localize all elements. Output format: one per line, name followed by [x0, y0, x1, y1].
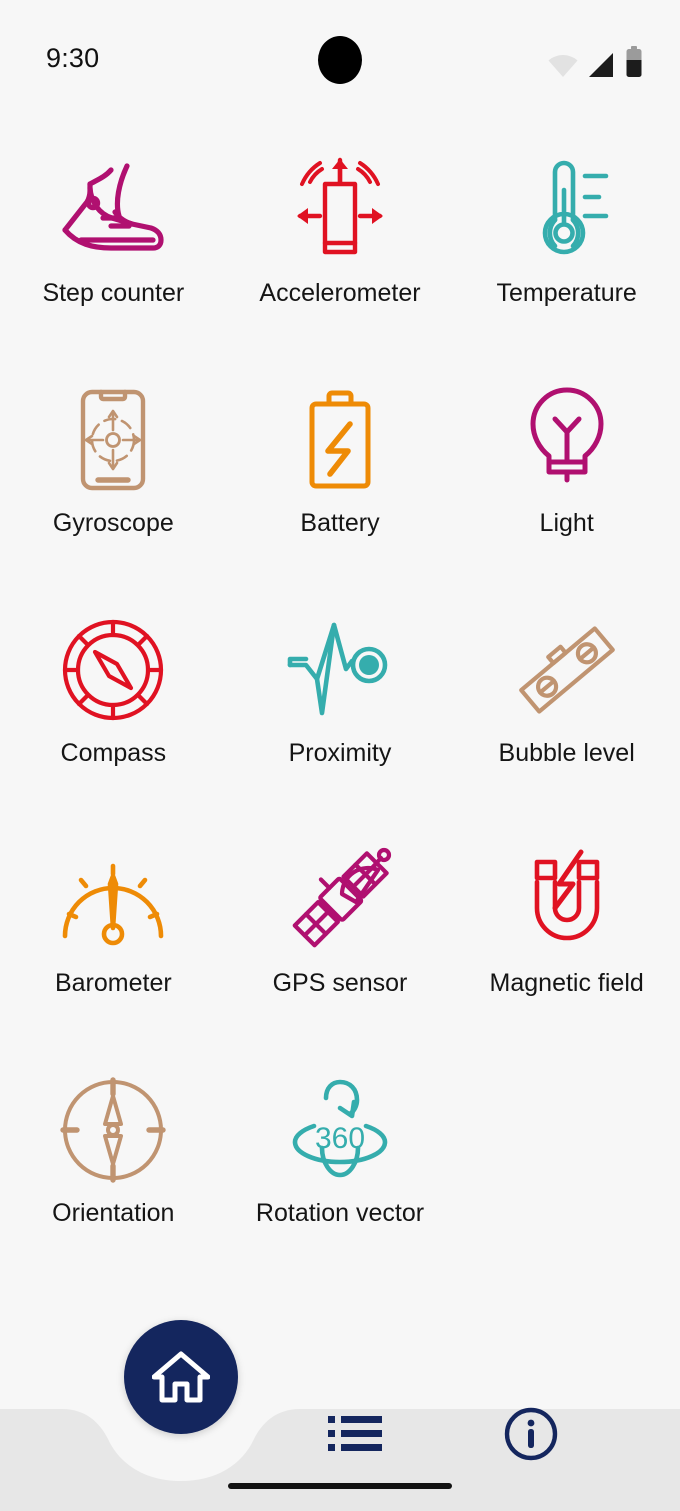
sensor-label: GPS sensor: [272, 969, 408, 997]
sensor-label: Accelerometer: [259, 279, 421, 307]
sensor-tile-gyroscope[interactable]: Gyroscope: [0, 358, 227, 588]
sensor-tile-battery[interactable]: Battery: [227, 358, 454, 588]
sensor-label: Orientation: [52, 1199, 175, 1227]
spirit-level-icon: [507, 610, 627, 730]
sensor-label: Gyroscope: [52, 509, 174, 537]
sensor-label: Temperature: [496, 279, 637, 307]
shoe-icon: [53, 150, 173, 270]
sensor-tile-rotation-vector[interactable]: 360 Rotation vector: [227, 1048, 454, 1278]
sensor-tile-light[interactable]: Light: [453, 358, 680, 588]
sensor-label: Step counter: [42, 279, 185, 307]
sensor-tile-barometer[interactable]: Barometer: [0, 818, 227, 1048]
orientation-icon: [53, 1070, 173, 1190]
battery-icon: [626, 46, 642, 77]
status-bar: 9:30: [0, 0, 680, 110]
rotation-badge-text: 360: [315, 1122, 365, 1155]
gyroscope-icon: [53, 380, 173, 500]
wifi-icon: [548, 55, 578, 77]
sensor-tile-gps-sensor[interactable]: GPS sensor: [227, 818, 454, 1048]
app-screen: 9:30 Step counter Accelerometer Temperat…: [0, 0, 680, 1511]
sensor-label: Proximity: [288, 739, 392, 767]
sensor-label: Rotation vector: [255, 1199, 425, 1227]
cellular-signal-icon: [589, 53, 613, 77]
sensor-label: Light: [539, 509, 594, 537]
camera-punch-hole: [318, 36, 362, 84]
satellite-icon: [280, 840, 400, 960]
sensor-label: Bubble level: [498, 739, 635, 767]
rotation-360-icon: 360: [280, 1070, 400, 1190]
nav-item-list[interactable]: [310, 1399, 400, 1469]
sensor-tile-temperature[interactable]: Temperature: [453, 128, 680, 358]
gauge-icon: [53, 840, 173, 960]
sensor-label: Battery: [300, 509, 380, 537]
info-icon: [504, 1407, 558, 1461]
sensor-grid: Step counter Accelerometer Temperature G…: [0, 128, 680, 1278]
home-icon: [152, 1351, 210, 1403]
magnet-icon: [507, 840, 627, 960]
battery-bolt-icon: [280, 380, 400, 500]
compass-icon: [53, 610, 173, 730]
sensor-label: Magnetic field: [489, 969, 644, 997]
light-bulb-icon: [507, 380, 627, 500]
proximity-wave-icon: [280, 610, 400, 730]
sensor-tile-bubble-level[interactable]: Bubble level: [453, 588, 680, 818]
nav-item-info[interactable]: [486, 1399, 576, 1469]
sensor-tile-accelerometer[interactable]: Accelerometer: [227, 128, 454, 358]
sensor-label: Barometer: [54, 969, 172, 997]
list-icon: [328, 1416, 382, 1451]
thermometer-icon: [507, 150, 627, 270]
system-home-indicator: [228, 1483, 452, 1489]
home-fab-button[interactable]: [124, 1320, 238, 1434]
sensor-tile-proximity[interactable]: Proximity: [227, 588, 454, 818]
status-icons: [548, 44, 644, 78]
sensor-tile-orientation[interactable]: Orientation: [0, 1048, 227, 1278]
bottom-navigation-bar: [0, 1320, 680, 1511]
accelerometer-icon: [280, 150, 400, 270]
sensor-tile-step-counter[interactable]: Step counter: [0, 128, 227, 358]
sensor-label: Compass: [60, 739, 167, 767]
sensor-tile-magnetic-field[interactable]: Magnetic field: [453, 818, 680, 1048]
sensor-tile-compass[interactable]: Compass: [0, 588, 227, 818]
status-time: 9:30: [46, 43, 100, 73]
